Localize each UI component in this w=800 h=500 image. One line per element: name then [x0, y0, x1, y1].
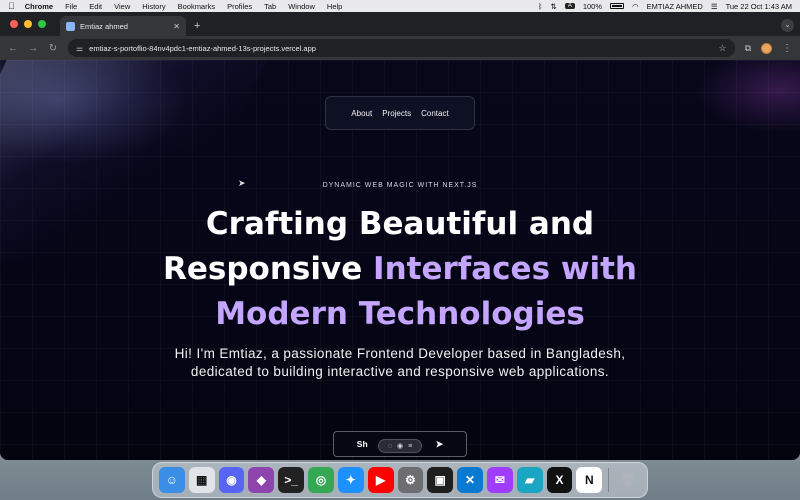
tab-title: Emtiaz ahmed	[80, 21, 128, 31]
minimize-window-button[interactable]	[24, 20, 32, 28]
battery-icon[interactable]	[610, 3, 625, 9]
profile-avatar[interactable]	[761, 42, 772, 54]
x-icon[interactable]: X	[546, 467, 573, 493]
control-center-icon[interactable]: ☰	[711, 2, 718, 11]
menu-window[interactable]: Window	[288, 2, 315, 11]
send-arrow-icon: ➤	[435, 438, 444, 449]
address-bar[interactable]: ⚌ emtiaz-s-portoflio-84nv4pdc1-emtiaz-ah…	[68, 39, 735, 57]
eye-icon[interactable]: ◉	[397, 442, 403, 450]
menu-tab[interactable]: Tab	[264, 2, 276, 11]
nav-link-projects[interactable]: Projects	[382, 109, 411, 118]
youtube-icon[interactable]: ▶	[367, 467, 394, 493]
tab-strip: Emtiaz ahmed ✕ + ⌄	[0, 12, 800, 36]
safari-icon[interactable]: ✦	[337, 467, 364, 493]
menu-edit[interactable]: Edit	[89, 2, 102, 11]
hero-subtitle: Hi! I'm Emtiaz, a passionate Frontend De…	[174, 346, 626, 379]
bluetooth-icon[interactable]: ᛒ	[538, 2, 543, 11]
menubar-clock[interactable]: Tue 22 Oct 1:43 AM	[726, 2, 792, 11]
menu-bookmarks[interactable]: Bookmarks	[178, 2, 216, 11]
hero-eyebrow: DYNAMIC WEB MAGIC WITH NEXT.JS	[322, 182, 478, 189]
system-settings-icon[interactable]: ⚙	[397, 467, 424, 493]
menu-history[interactable]: History	[142, 2, 165, 11]
box-app-icon[interactable]: ▣	[427, 467, 454, 493]
apple-icon[interactable]: 	[8, 1, 15, 11]
wifi-icon[interactable]: ◠	[632, 2, 639, 11]
comment-icon[interactable]: ◌	[388, 443, 392, 450]
bookmark-star-icon[interactable]: ☆	[718, 43, 726, 54]
reload-icon[interactable]: ↻	[48, 43, 58, 54]
vscode-icon[interactable]: ✕	[457, 467, 483, 493]
teal-app-icon[interactable]: ▰	[516, 467, 543, 493]
zoom-window-button[interactable]	[38, 20, 46, 28]
site-info-icon[interactable]: ⚌	[76, 44, 83, 53]
menu-file[interactable]: File	[65, 2, 77, 11]
finder-icon[interactable]: ☺	[159, 467, 185, 493]
window-controls	[0, 12, 56, 36]
menubar-status-area: ᛒ ⇅ A 100% ◠ EMTIAZ AHMED ☰ Tue 22 Oct 1…	[538, 2, 792, 11]
chrome-icon[interactable]: ◎	[308, 467, 334, 493]
tab-search-chevron-icon[interactable]: ⌄	[781, 19, 794, 32]
tab-close-icon[interactable]: ✕	[173, 22, 180, 31]
menu-profiles[interactable]: Profiles	[227, 2, 252, 11]
extensions-puzzle-icon[interactable]: ⧉	[745, 43, 751, 54]
discord-icon[interactable]: ◉	[218, 467, 245, 493]
trash-icon[interactable]: 🗑	[615, 467, 641, 493]
cta-label: Sh	[356, 439, 368, 449]
macos-menubar:  Chrome File Edit View History Bookmark…	[0, 0, 800, 12]
chrome-window: Emtiaz ahmed ✕ + ⌄ ← → ↻ ⚌ emtiaz-s-port…	[0, 12, 800, 460]
hero-headline: Crafting Beautiful and Responsive Interf…	[140, 202, 660, 337]
terminal-icon[interactable]: >_	[278, 467, 305, 493]
notion-icon[interactable]: N	[576, 467, 603, 493]
launchpad-icon[interactable]: ▦	[188, 467, 215, 493]
dual-arrows-icon[interactable]: ⇅	[551, 2, 557, 11]
nav-link-contact[interactable]: Contact	[421, 109, 449, 118]
new-tab-button[interactable]: +	[194, 16, 200, 36]
forward-arrow-icon[interactable]: →	[28, 43, 38, 54]
github-desktop-icon[interactable]: ◆	[248, 467, 275, 493]
menu-view[interactable]: View	[114, 2, 130, 11]
dock-separator	[608, 468, 610, 492]
battery-percent: 100%	[582, 1, 603, 11]
more-menu-icon[interactable]: ⋮	[782, 43, 792, 54]
input-source-badge[interactable]: A	[564, 3, 575, 9]
browser-tab-active[interactable]: Emtiaz ahmed ✕	[60, 16, 186, 36]
url-text[interactable]: emtiaz-s-portoflio-84nv4pdc1-emtiaz-ahme…	[89, 44, 712, 53]
user-name[interactable]: EMTIAZ AHMED	[647, 2, 703, 11]
portfolio-page: About Projects Contact ➤ DYNAMIC WEB MAG…	[0, 60, 800, 460]
back-arrow-icon[interactable]: ←	[8, 43, 18, 54]
messenger-icon[interactable]: ✉	[486, 467, 513, 493]
floating-toolbar-pill[interactable]: ◌ ◉ ≡	[378, 439, 422, 453]
close-window-button[interactable]	[10, 20, 18, 28]
menu-lines-icon[interactable]: ≡	[408, 443, 412, 450]
macos-dock: ☺ ▦ ◉ ◆ >_ ◎ ✦ ▶ ⚙ ▣ ✕ ✉ ▰ X N 🗑	[152, 462, 648, 498]
tab-favicon-icon	[66, 21, 75, 31]
site-navbar: About Projects Contact	[325, 96, 475, 130]
browser-toolbar: ← → ↻ ⚌ emtiaz-s-portoflio-84nv4pdc1-emt…	[0, 36, 800, 60]
nav-link-about[interactable]: About	[351, 109, 372, 118]
menu-help[interactable]: Help	[327, 2, 342, 11]
menu-app-chrome[interactable]: Chrome	[25, 2, 53, 11]
